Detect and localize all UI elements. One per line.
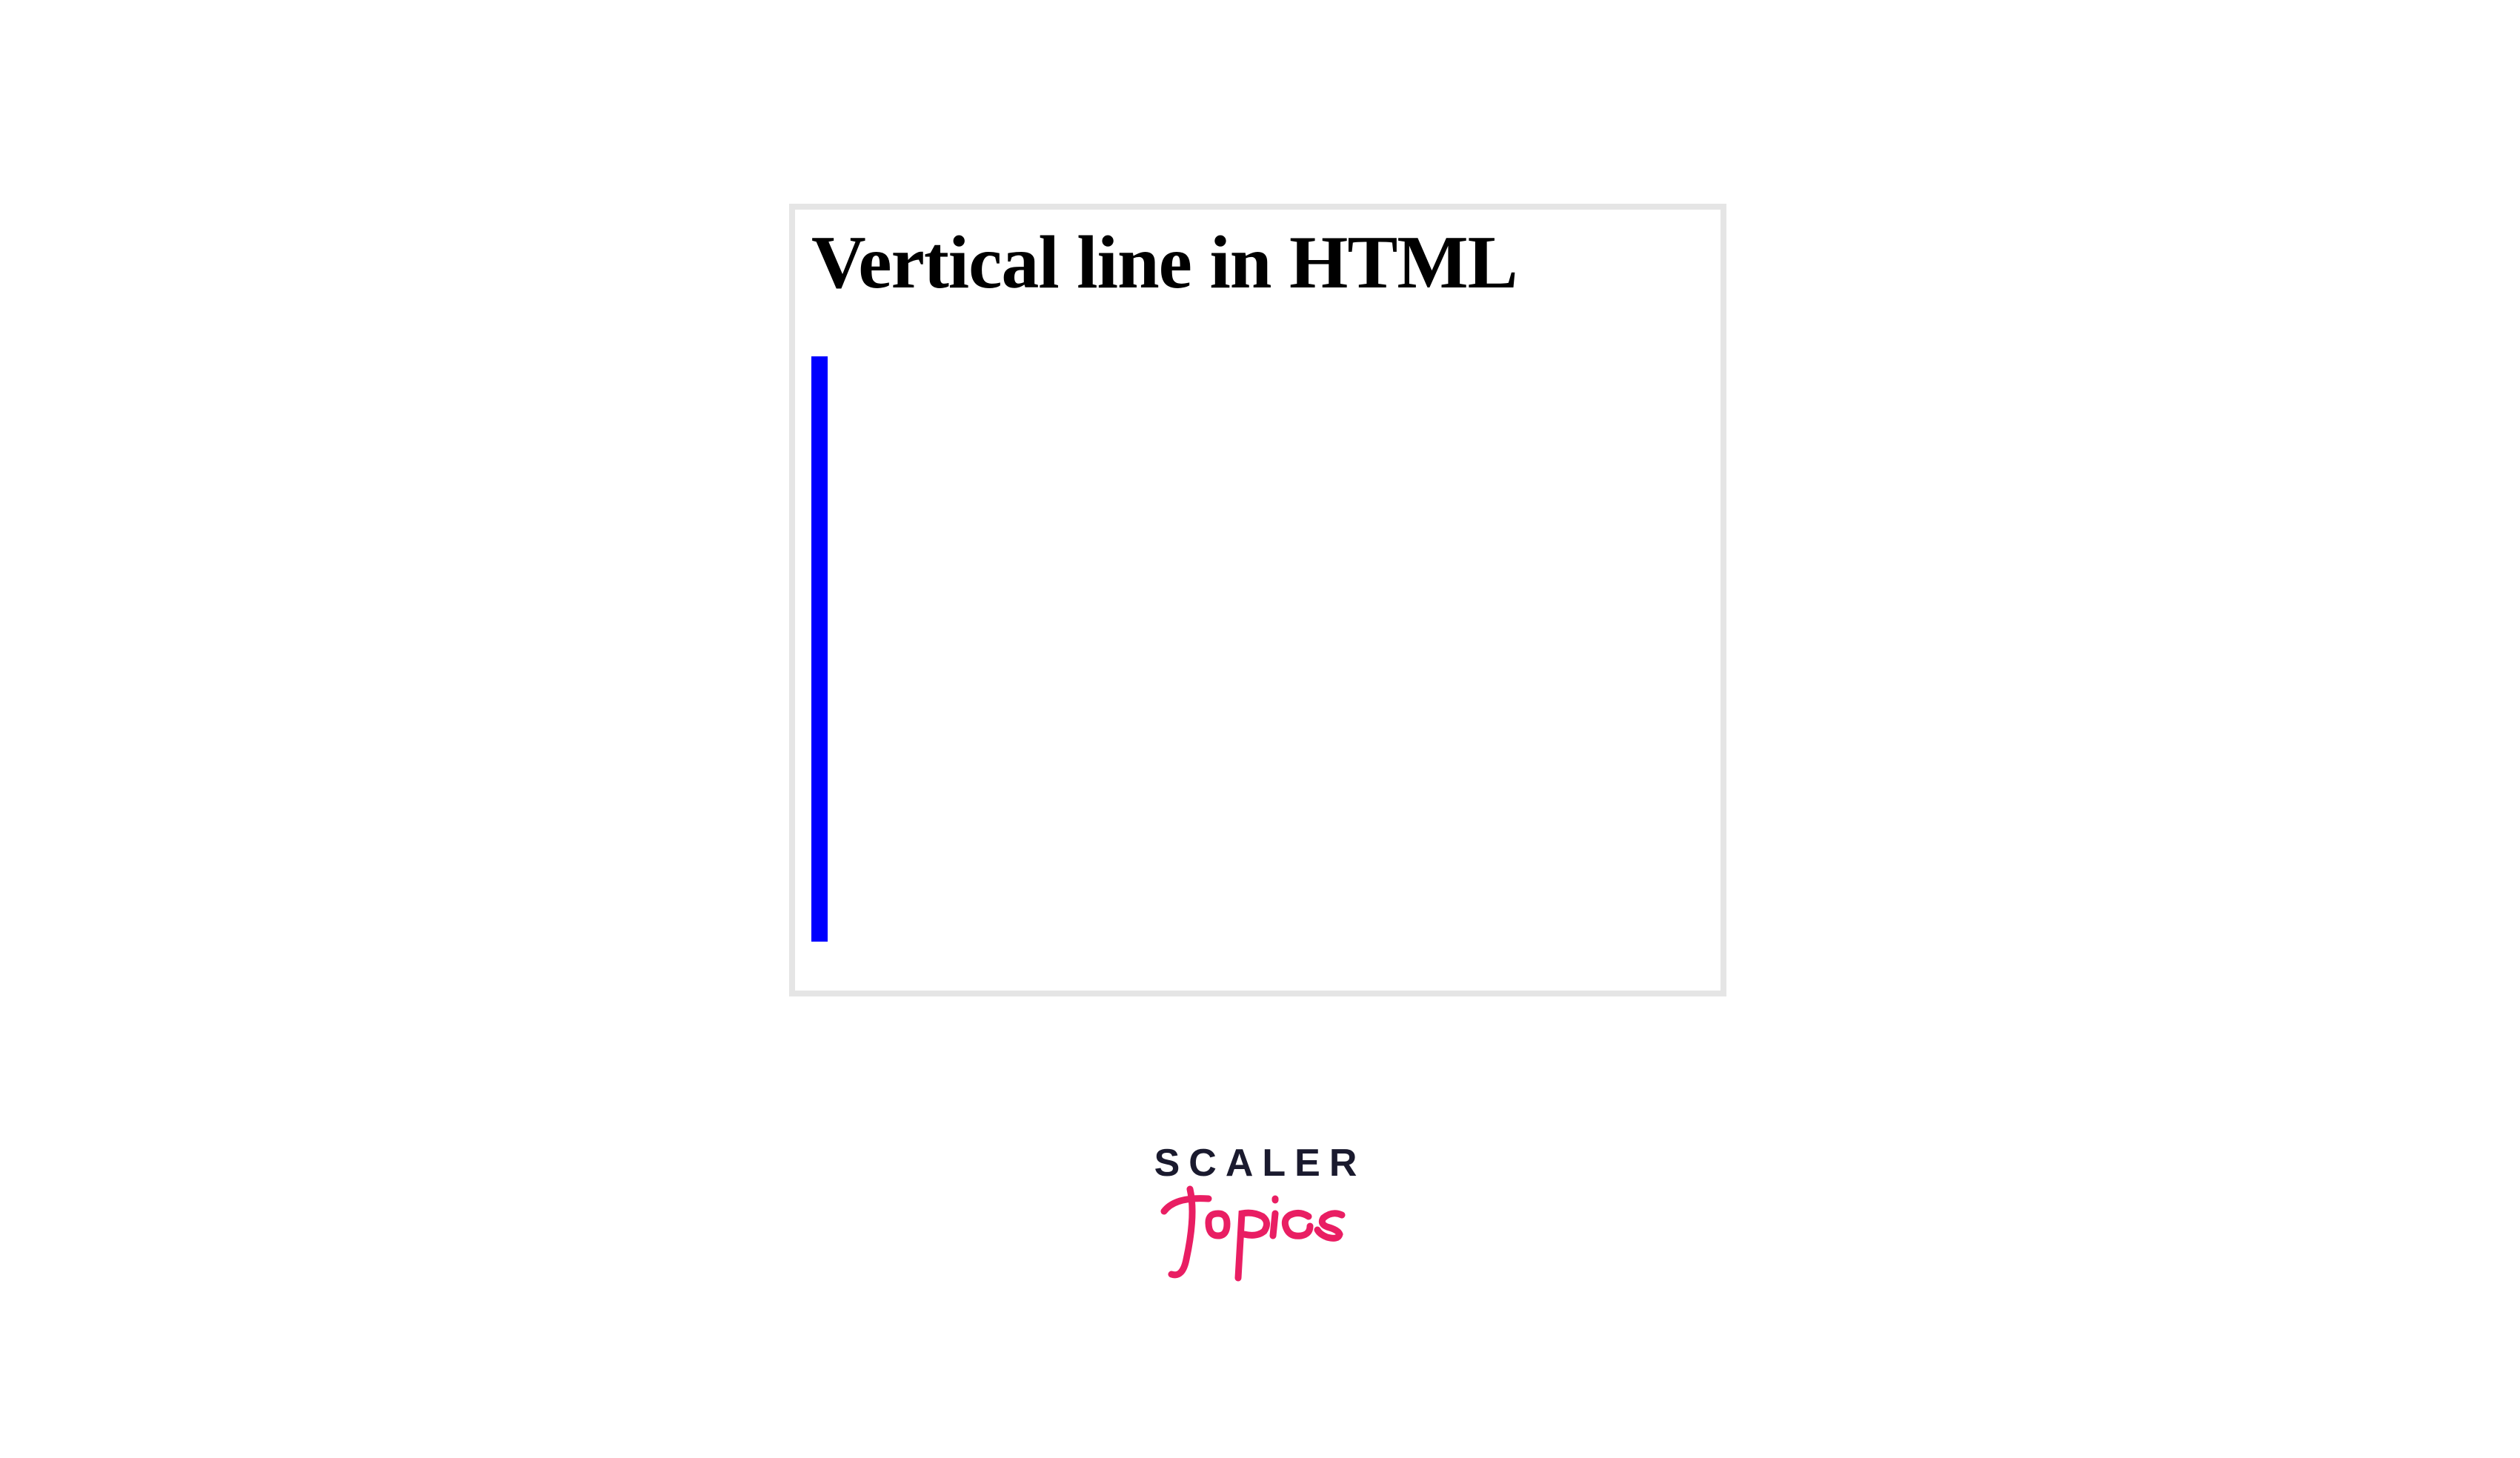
example-frame: Vertical line in HTML bbox=[789, 204, 1726, 996]
heading: Vertical line in HTML bbox=[811, 222, 1704, 304]
scaler-topics-logo: SCALER bbox=[1153, 1141, 1368, 1289]
vertical-line bbox=[811, 356, 828, 942]
logo-topics-text bbox=[1153, 1178, 1368, 1289]
